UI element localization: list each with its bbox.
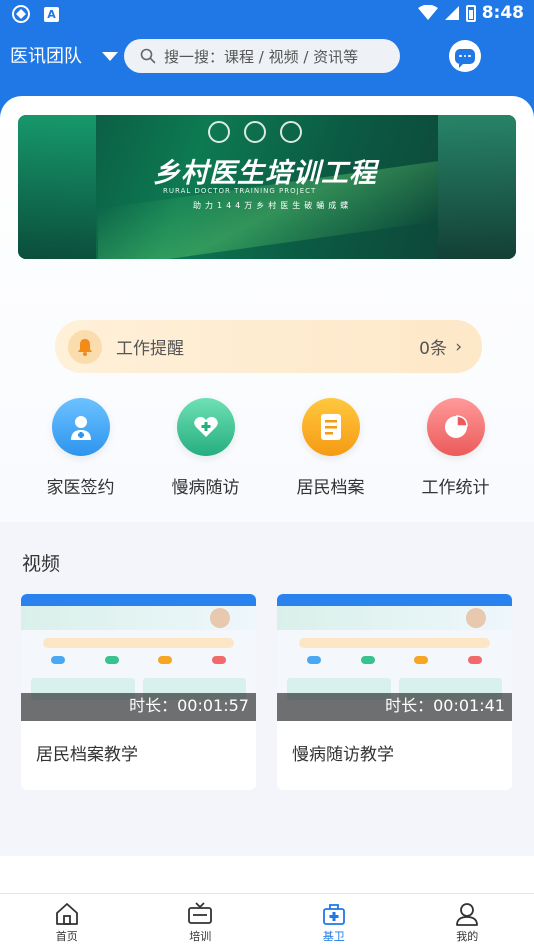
work-reminder-bar[interactable]: 工作提醒 0条 ›	[55, 320, 482, 373]
battery-icon	[465, 4, 476, 22]
tab-label: 首页	[55, 930, 78, 943]
banner-logos	[208, 121, 302, 143]
signal-icon	[444, 6, 459, 20]
function-work-statistics[interactable]: 工作统计	[393, 398, 518, 498]
person-icon	[456, 903, 479, 926]
chat-bubble-icon	[455, 48, 475, 68]
search-input[interactable]: 搜一搜：课程 / 视频 / 资讯等	[124, 39, 400, 73]
function-label: 慢病随访	[171, 478, 240, 498]
tab-training[interactable]: 培训	[134, 894, 268, 950]
bell-icon	[68, 329, 102, 364]
status-time: 8:48	[481, 3, 524, 23]
heart-care-icon	[176, 398, 235, 456]
function-family-doctor[interactable]: 家医签约	[18, 398, 143, 498]
function-grid: 家医签约 慢病随访 居民档案 工作统计	[0, 398, 534, 498]
font-notification-icon: A	[44, 6, 59, 22]
team-name: 医讯团队	[10, 46, 82, 67]
home-icon	[55, 903, 78, 925]
app-notification-icon	[12, 5, 30, 23]
tab-home[interactable]: 首页	[0, 894, 134, 950]
tab-mine[interactable]: 我的	[401, 894, 534, 950]
chevron-right-icon: ›	[455, 336, 462, 357]
reminder-count: 0条	[419, 339, 447, 359]
logo-emblem	[244, 121, 266, 143]
document-icon	[301, 398, 360, 456]
message-button[interactable]	[449, 40, 481, 72]
video-thumbnail: 时长：00:01:41	[277, 594, 512, 721]
video-title: 慢病随访教学	[292, 745, 394, 765]
video-thumbnail: 时长：00:01:57	[21, 594, 256, 721]
doctor-icon	[51, 398, 110, 456]
reminder-label: 工作提醒	[116, 339, 184, 359]
video-duration: 时长：00:01:41	[385, 696, 505, 715]
logo-emblem	[208, 121, 230, 143]
function-chronic-followup[interactable]: 慢病随访	[143, 398, 268, 498]
video-title: 居民档案教学	[36, 745, 138, 765]
search-icon	[140, 48, 156, 64]
tv-icon	[188, 902, 213, 924]
clinic-icon	[322, 904, 345, 925]
video-duration: 时长：00:01:57	[129, 696, 249, 715]
video-section-title: 视频	[22, 553, 61, 575]
bottom-tab-bar: 首页 培训 基卫 我的	[0, 893, 534, 950]
function-resident-records[interactable]: 居民档案	[268, 398, 393, 498]
banner-carousel[interactable]: 乡村医生培训工程 RURAL DOCTOR TRAINING PROJECT 助…	[18, 115, 516, 259]
function-label: 工作统计	[421, 478, 490, 498]
tab-label: 我的	[456, 930, 479, 943]
logo-emblem	[280, 121, 302, 143]
function-label: 家医签约	[46, 478, 115, 498]
banner-title: 乡村医生培训工程	[153, 158, 377, 189]
video-card[interactable]: 时长：00:01:41 慢病随访教学	[277, 594, 512, 790]
video-card[interactable]: 时长：00:01:57 居民档案教学	[21, 594, 256, 790]
search-placeholder: 搜一搜：课程 / 视频 / 资讯等	[164, 47, 359, 66]
banner-slogan: 助力144万乡村医生破蛹成蝶	[193, 201, 353, 210]
tab-label: 培训	[189, 930, 212, 943]
tab-label: 基卫	[322, 930, 345, 943]
tab-clinic[interactable]: 基卫	[267, 894, 401, 950]
banner-subtitle: RURAL DOCTOR TRAINING PROJECT	[163, 187, 317, 195]
wifi-icon	[417, 5, 438, 20]
function-label: 居民档案	[296, 478, 365, 498]
pie-chart-icon	[426, 398, 485, 456]
caret-down-icon	[102, 51, 118, 61]
team-selector[interactable]: 医讯团队	[10, 42, 118, 68]
status-bar: A 8:48	[0, 0, 534, 28]
